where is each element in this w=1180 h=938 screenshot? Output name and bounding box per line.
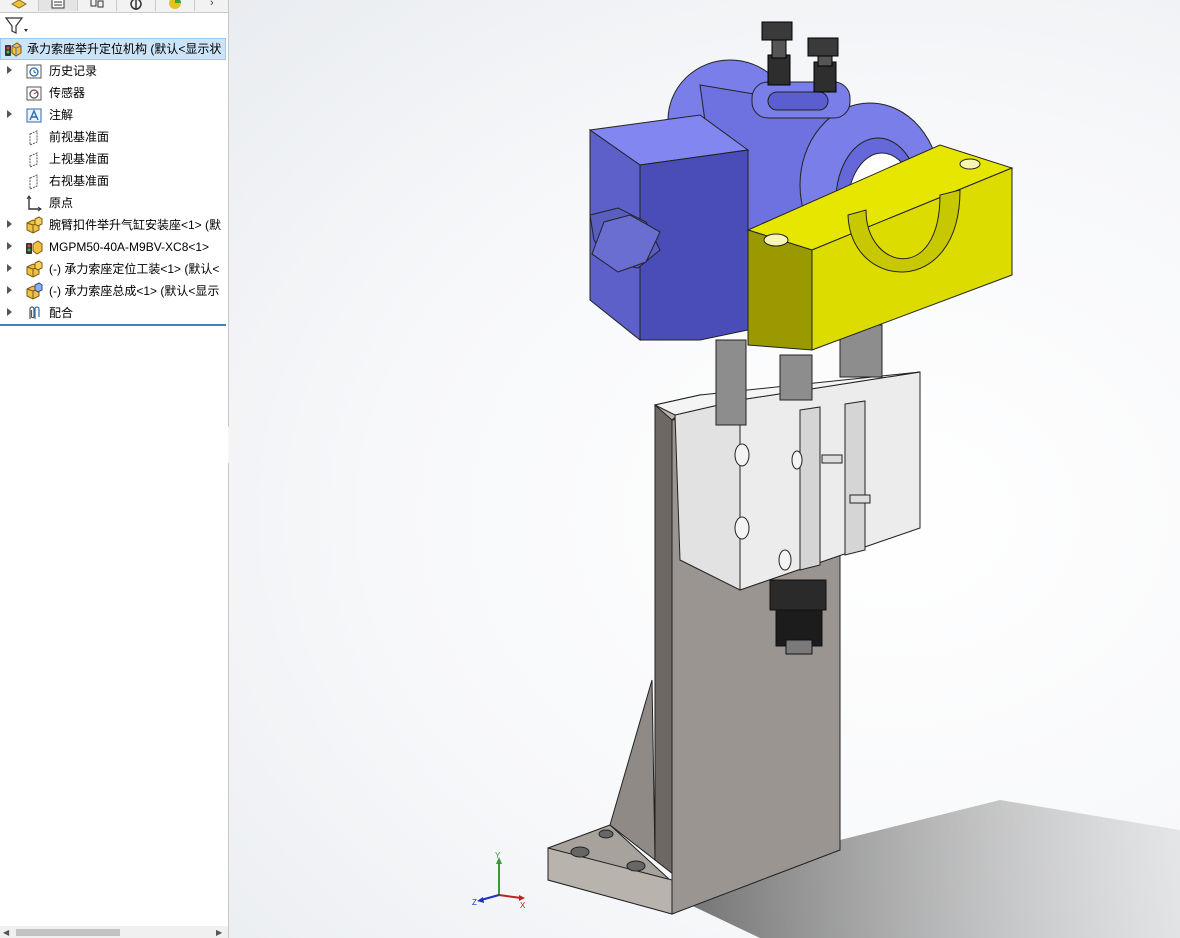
- tree-item-right-plane[interactable]: 右视基准面: [0, 170, 228, 192]
- tree-item-label: (-) 承力索座定位工装<1> (默认<: [49, 262, 220, 276]
- tree-item-history[interactable]: 历史记录: [0, 60, 228, 82]
- tree-item-sensors[interactable]: 传感器: [0, 82, 228, 104]
- tree-item-origin[interactable]: 原点: [0, 192, 228, 214]
- plane-icon: [29, 130, 38, 146]
- subassembly-icon: [26, 216, 43, 234]
- tree-item-locating-fixture[interactable]: (-) 承力索座定位工装<1> (默认<: [0, 258, 228, 280]
- graphics-viewport[interactable]: Y X Z: [229, 0, 1180, 938]
- feature-manager-panel: › 承力索座举升定位机构 (默认<显示状 历史记录 传感器 注解 前视基准面 上…: [0, 0, 229, 938]
- tree-item-label: 配合: [49, 306, 74, 320]
- sensor-icon: [26, 86, 42, 101]
- configuration-manager-icon: [90, 0, 104, 8]
- tree-item-label: 前视基准面: [49, 130, 110, 144]
- tree-item-label: 右视基准面: [49, 174, 110, 188]
- component-icon: [26, 240, 43, 255]
- expand-arrow-icon[interactable]: [7, 220, 12, 228]
- display-manager-icon: [169, 0, 181, 9]
- tree-item-label: 腕臂扣件举升气缸安装座<1> (默: [49, 218, 222, 232]
- blue-front-block: [588, 114, 750, 342]
- tree-item-mgpm-cylinder[interactable]: MGPM50-40A-M9BV-XC8<1>: [0, 236, 228, 258]
- tree-item-label: 原点: [49, 196, 74, 210]
- triad-z-label: Z: [472, 898, 477, 907]
- expand-arrow-icon[interactable]: [7, 308, 12, 316]
- annotation-icon: [26, 108, 42, 123]
- scroll-right-arrow-icon[interactable]: ▶: [216, 928, 222, 937]
- tree-item-label: 上视基准面: [49, 152, 110, 166]
- feature-manager-icon: [10, 0, 28, 9]
- dimxpert-icon: [130, 0, 142, 10]
- tab-display-manager[interactable]: [156, 0, 195, 11]
- expand-arrow-icon[interactable]: [7, 66, 12, 74]
- triad-y-label: Y: [495, 851, 501, 860]
- assembly-icon: [5, 42, 22, 57]
- plane-icon: [29, 152, 38, 168]
- assembly-model-render: [547, 21, 1180, 938]
- triad-x-label: X: [520, 901, 526, 910]
- expand-arrow-icon[interactable]: [7, 110, 12, 118]
- subassembly-icon: [26, 282, 43, 300]
- tree-item-label: 注解: [49, 108, 74, 122]
- coordinate-triad: Y X Z: [472, 851, 526, 910]
- tree-item-label: 历史记录: [49, 64, 98, 78]
- expand-arrow-icon[interactable]: [7, 264, 12, 272]
- horizontal-scrollbar[interactable]: ◀ ▶: [0, 926, 228, 938]
- tab-feature-manager[interactable]: [0, 0, 39, 11]
- manager-tabs: ›: [0, 0, 228, 13]
- expand-arrow-icon[interactable]: [7, 242, 12, 250]
- mates-icon: [29, 306, 40, 319]
- property-manager-icon: [51, 0, 65, 9]
- tree-item-mates[interactable]: 配合: [0, 302, 228, 324]
- tree-root-assembly[interactable]: 承力索座举升定位机构 (默认<显示状: [0, 38, 226, 60]
- history-icon: [26, 64, 42, 79]
- tree-item-label: 传感器: [49, 86, 86, 100]
- tree-separator: [0, 324, 226, 326]
- tree-root-label: 承力索座举升定位机构 (默认<显示状: [27, 42, 222, 56]
- plane-icon: [29, 174, 38, 190]
- tree-item-front-plane[interactable]: 前视基准面: [0, 126, 228, 148]
- cylinder-fitting: [769, 579, 827, 655]
- tabs-more-arrow-icon[interactable]: ›: [210, 0, 214, 9]
- tree-item-top-plane[interactable]: 上视基准面: [0, 148, 228, 170]
- pneumatic-cylinder: [653, 371, 921, 591]
- expand-arrow-icon[interactable]: [7, 286, 12, 294]
- filter-button[interactable]: [4, 16, 30, 36]
- tab-dimxpert-manager[interactable]: [117, 0, 156, 11]
- tab-configuration-manager[interactable]: [78, 0, 117, 11]
- scroll-left-arrow-icon[interactable]: ◀: [3, 928, 9, 937]
- scrollbar-thumb[interactable]: [16, 929, 120, 936]
- tree-item-label: MGPM50-40A-M9BV-XC8<1>: [49, 240, 210, 254]
- tree-item-label: (-) 承力索座总成<1> (默认<显示: [49, 284, 220, 298]
- origin-icon: [26, 195, 42, 212]
- subassembly-icon: [26, 260, 43, 278]
- tab-property-manager[interactable]: [39, 0, 78, 11]
- tree-item-cylinder-mount[interactable]: 腕臂扣件举升气缸安装座<1> (默: [0, 214, 228, 236]
- filter-icon: [4, 17, 28, 34]
- tree-item-seat-assembly[interactable]: (-) 承力索座总成<1> (默认<显示: [0, 280, 228, 302]
- tree-item-annotations[interactable]: 注解: [0, 104, 228, 126]
- filter-bar: [0, 13, 228, 37]
